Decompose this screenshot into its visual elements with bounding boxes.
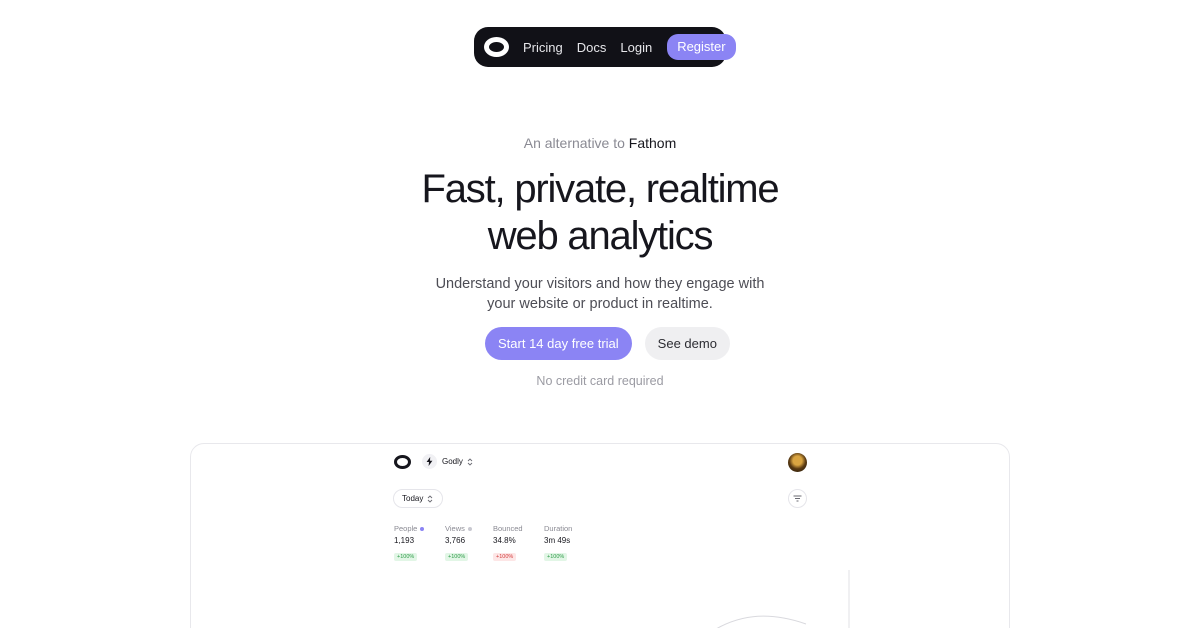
nav-link-docs[interactable]: Docs <box>577 40 607 55</box>
hero-eyebrow: An alternative to Fathom <box>0 135 1200 151</box>
site-name: Godly <box>442 457 463 466</box>
stat-views[interactable]: Views 3,766 +100% <box>445 524 472 563</box>
see-demo-button[interactable]: See demo <box>644 327 730 360</box>
stat-label-people: People <box>394 524 425 533</box>
stat-value-bounced: 34.8% <box>493 536 516 545</box>
date-range-select[interactable]: Today <box>393 489 444 508</box>
hero-title-line-1: Fast, private, realtime <box>421 167 780 211</box>
visitors-chart <box>716 570 850 628</box>
register-button[interactable]: Register <box>667 34 736 60</box>
stat-delta-bounced: +100% <box>493 553 517 561</box>
stat-label-text: Views <box>445 524 465 533</box>
nav-link-login[interactable]: Login <box>620 40 652 55</box>
stat-delta-people: +100% <box>394 553 418 561</box>
hero-title-line-2: web analytics <box>487 214 714 258</box>
filter-icon <box>793 495 802 502</box>
stat-label-text: Duration <box>544 524 573 533</box>
start-trial-button[interactable]: Start 14 day free trial <box>485 327 632 360</box>
avatar[interactable] <box>788 453 807 472</box>
filter-button[interactable] <box>788 489 807 508</box>
stat-label-duration: Duration <box>544 524 572 533</box>
hero-title: Fast, private, realtime web analytics <box>0 166 1200 260</box>
stat-duration[interactable]: Duration 3m 49s +100% <box>544 524 572 563</box>
series-dot <box>420 526 425 531</box>
app-preview-card: Godly Today People 1,193 +100% Views 3,7… <box>190 443 1010 628</box>
stat-delta-duration: +100% <box>544 553 568 561</box>
stat-people[interactable]: People 1,193 +100% <box>394 524 425 563</box>
stat-label-bounced: Bounced <box>493 524 523 533</box>
stat-delta-views: +100% <box>445 553 469 561</box>
date-range-label: Today <box>402 494 424 503</box>
cta-row: Start 14 day free trial See demo <box>485 327 730 360</box>
chart-series-line <box>716 615 807 628</box>
nav-link-pricing[interactable]: Pricing <box>523 40 563 55</box>
eyebrow-brand: Fathom <box>628 135 677 151</box>
stat-value-duration: 3m 49s <box>544 536 571 545</box>
nav-links: Pricing Docs Login Register <box>523 34 736 60</box>
stat-label-text: Bounced <box>493 524 523 533</box>
series-dot <box>467 526 472 531</box>
preview-logo-icon <box>394 455 411 469</box>
hero-subtitle-line-1: Understand your visitors and how they en… <box>435 276 765 292</box>
no-credit-card-note: No credit card required <box>536 374 664 388</box>
stat-label-text: People <box>394 524 418 533</box>
stat-bounced[interactable]: Bounced 34.8% +100% <box>493 524 523 563</box>
site-switcher[interactable]: Godly <box>422 454 473 469</box>
stat-label-views: Views <box>445 524 472 533</box>
hero-subtitle-line-2: your website or product in realtime. <box>487 296 713 312</box>
eyebrow-prefix: An alternative to <box>523 135 625 151</box>
stat-value-views: 3,766 <box>445 536 466 545</box>
logo-icon[interactable] <box>484 37 509 57</box>
top-nav: Pricing Docs Login Register <box>474 27 736 67</box>
chevron-updown-icon <box>428 494 433 503</box>
stat-value-people: 1,193 <box>394 536 415 545</box>
bolt-icon <box>422 454 437 469</box>
hero-subtitle: Understand your visitors and how they en… <box>0 274 1200 314</box>
chevron-updown-icon <box>467 457 473 466</box>
